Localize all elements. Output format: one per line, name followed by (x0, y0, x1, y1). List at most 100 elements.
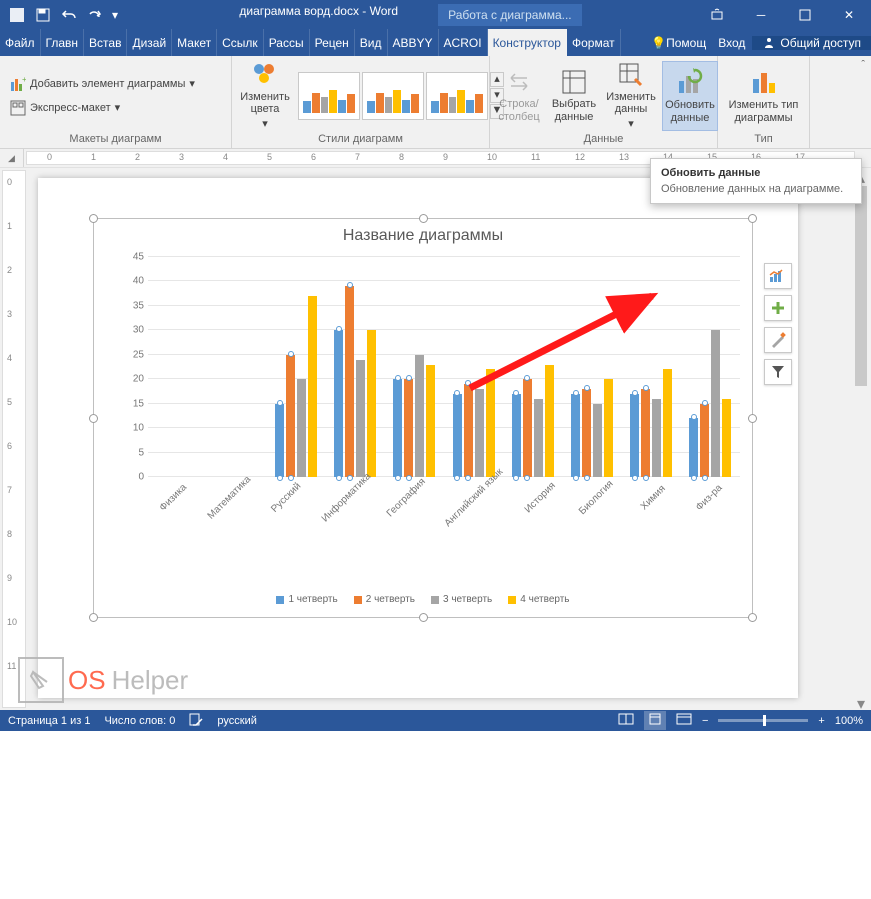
tooltip-title: Обновить данные (661, 167, 851, 179)
tab-insert[interactable]: Встав (84, 29, 127, 56)
switch-icon (505, 68, 533, 96)
chart-styles-gallery[interactable]: ▴ ▾ ▼ (298, 72, 504, 120)
tab-mailings[interactable]: Рассы (264, 29, 310, 56)
style-thumb-3[interactable] (426, 72, 488, 120)
tab-abbyy[interactable]: ABBYY (388, 29, 439, 56)
edit-data-icon (617, 61, 645, 89)
collapse-ribbon-icon[interactable]: ˆ (810, 56, 871, 148)
change-colors-label: Изменить цвета (240, 91, 290, 116)
document-page: Название диаграммы 051015202530354045 Фи… (38, 178, 798, 698)
resize-handle[interactable] (89, 214, 98, 223)
share-button[interactable]: Общий доступ (752, 36, 871, 50)
row-col-label: Строка/ столбец (498, 98, 539, 123)
word-app-icon[interactable] (4, 2, 30, 28)
style-thumb-2[interactable] (362, 72, 424, 120)
tab-file[interactable]: Файл (0, 29, 41, 56)
group-layouts-label: Макеты диаграмм (4, 133, 227, 146)
undo-icon[interactable] (56, 2, 82, 28)
select-data-icon (560, 68, 588, 96)
tell-me[interactable]: 💡 Помощ (646, 36, 711, 50)
share-label: Общий доступ (780, 36, 861, 50)
qat-customize-icon[interactable]: ▾ (108, 2, 122, 28)
zoom-slider[interactable] (718, 719, 808, 722)
redo-icon[interactable] (82, 2, 108, 28)
quick-layout-label: Экспресс-макет (30, 102, 111, 114)
add-chart-element-button[interactable]: +Добавить элемент диаграммы ▾ (6, 74, 199, 94)
chart-type-icon (749, 67, 779, 97)
save-icon[interactable] (30, 2, 56, 28)
chart-filter-button[interactable] (764, 359, 792, 385)
ribbon-options-icon[interactable] (695, 0, 739, 29)
tell-me-label: Помощ (666, 36, 706, 50)
resize-handle[interactable] (419, 613, 428, 622)
tab-review[interactable]: Рецен (310, 29, 355, 56)
minimize-icon[interactable]: ─ (739, 0, 783, 29)
status-words[interactable]: Число слов: 0 (104, 715, 175, 727)
tab-layout[interactable]: Макет (172, 29, 217, 56)
chart-styles-button[interactable] (764, 327, 792, 353)
chart-legend[interactable]: 1 четверть2 четверть3 четверть4 четверть (94, 594, 752, 605)
tab-view[interactable]: Вид (355, 29, 388, 56)
view-print-icon[interactable] (644, 711, 666, 730)
zoom-out-icon[interactable]: − (702, 715, 708, 727)
select-data-label: Выбрать данные (552, 98, 596, 123)
chart-title[interactable]: Название диаграммы (94, 219, 752, 249)
group-type-label: Тип (722, 133, 805, 146)
quick-layout-icon (10, 100, 26, 116)
tab-constructor[interactable]: Конструктор (488, 29, 567, 56)
change-colors-button[interactable]: Изменить цвета▾ (236, 61, 294, 131)
select-data-button[interactable]: Выбрать данные (548, 61, 600, 131)
watermark-text2: Helper (112, 665, 189, 696)
change-chart-type-button[interactable]: Изменить тип диаграммы (722, 61, 805, 131)
zoom-value[interactable]: 100% (835, 715, 863, 727)
resize-handle[interactable] (89, 414, 98, 423)
scrollbar-thumb[interactable] (855, 186, 867, 386)
change-type-label: Изменить тип диаграммы (728, 99, 799, 124)
login-button[interactable]: Вход (713, 36, 750, 50)
maximize-icon[interactable] (783, 0, 827, 29)
vertical-ruler[interactable]: 01234567891011 (2, 170, 26, 708)
context-tab-label: Работа с диаграмма... (438, 4, 582, 26)
palette-icon (251, 61, 279, 89)
view-web-icon[interactable] (676, 713, 692, 728)
group-data-label: Данные (494, 133, 713, 146)
tab-design[interactable]: Дизай (127, 29, 172, 56)
watermark: OS Helper (18, 657, 188, 703)
document-title: диаграмма ворд.docx - Word (239, 4, 398, 26)
view-read-icon[interactable] (618, 713, 634, 728)
vertical-scrollbar[interactable]: ▴ ▾ (853, 168, 869, 710)
tab-references[interactable]: Ссылк (217, 29, 264, 56)
chart-plot-area[interactable]: 051015202530354045 (148, 257, 740, 477)
resize-handle[interactable] (419, 214, 428, 223)
refresh-data-tooltip: Обновить данные Обновление данных на диа… (650, 158, 862, 204)
switch-row-column-button[interactable]: Строка/ столбец (494, 61, 544, 131)
zoom-in-icon[interactable]: + (818, 715, 824, 727)
resize-handle[interactable] (89, 613, 98, 622)
resize-handle[interactable] (748, 613, 757, 622)
status-proofing-icon[interactable] (189, 712, 203, 729)
resize-handle[interactable] (748, 414, 757, 423)
resize-handle[interactable] (748, 214, 757, 223)
tooltip-body: Обновление данных на диаграмме. (661, 183, 843, 195)
group-styles-label: Стили диаграмм (236, 133, 485, 146)
tab-acrobat[interactable]: ACROI (439, 29, 488, 56)
svg-text:+: + (22, 76, 26, 84)
add-element-icon: + (10, 76, 26, 92)
tab-format[interactable]: Формат (567, 29, 621, 56)
chart-add-button[interactable] (764, 295, 792, 321)
close-icon[interactable]: ✕ (827, 0, 871, 29)
quick-layout-button[interactable]: Экспресс-макет ▾ (6, 98, 124, 118)
chart-object[interactable]: Название диаграммы 051015202530354045 Фи… (93, 218, 753, 618)
add-element-label: Добавить элемент диаграммы (30, 78, 185, 90)
refresh-icon (675, 67, 705, 97)
status-page[interactable]: Страница 1 из 1 (8, 715, 90, 727)
refresh-data-label: Обновить данные (665, 99, 715, 124)
tab-home[interactable]: Главн (41, 29, 85, 56)
edit-data-label: Изменить данны (606, 91, 656, 116)
chart-elements-button[interactable] (764, 263, 792, 289)
status-language[interactable]: русский (217, 715, 256, 727)
edit-data-button[interactable]: Изменить данны▾ (604, 61, 658, 131)
refresh-data-button[interactable]: Обновить данные (662, 61, 718, 131)
ruler-corner[interactable]: ◢ (0, 149, 24, 167)
style-thumb-1[interactable] (298, 72, 360, 120)
